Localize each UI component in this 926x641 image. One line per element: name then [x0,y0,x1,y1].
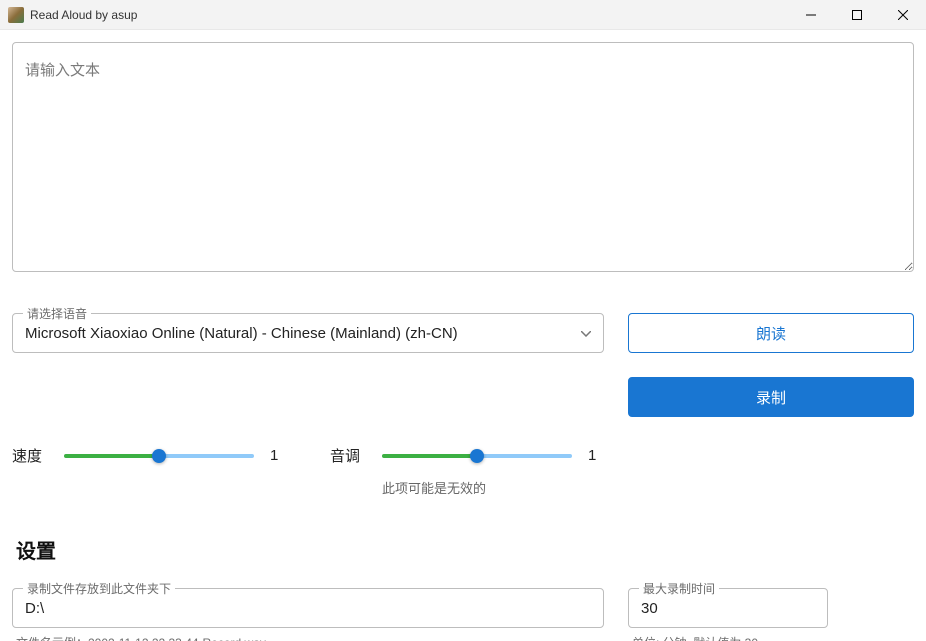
pitch-label: 音调 [330,445,366,466]
pitch-slider-thumb[interactable] [470,449,484,463]
speed-value: 1 [270,447,290,464]
record-button-label: 录制 [756,387,786,408]
chevron-down-icon [581,324,591,342]
voice-select-label: 请选择语音 [23,305,91,322]
maxtime-label: 最大录制时间 [639,580,719,597]
speed-label: 速度 [12,445,48,466]
speed-slider-thumb[interactable] [152,449,166,463]
maximize-icon [852,10,862,20]
voice-select[interactable]: 请选择语音 Microsoft Xiaoxiao Online (Natural… [12,313,604,353]
folder-helper: 文件名示例：2002-11-12 22.33.44-Record.wav [16,634,604,641]
maxtime-value: 30 [641,600,658,617]
main-content: 请选择语音 Microsoft Xiaoxiao Online (Natural… [0,30,926,641]
voice-select-wrap: 请选择语音 Microsoft Xiaoxiao Online (Natural… [12,313,604,417]
folder-label: 录制文件存放到此文件夹下 [23,580,175,597]
minimize-icon [806,10,816,20]
folder-value: D:\ [25,600,44,617]
pitch-slider-block: 音调 1 此项可能是无效的 [330,445,608,497]
text-input-wrap [12,42,914,277]
pitch-value: 1 [588,447,608,464]
settings-heading: 设置 [16,535,914,564]
window-controls [788,0,926,29]
text-input[interactable] [12,42,914,272]
folder-field-wrap: 录制文件存放到此文件夹下 D:\ 文件名示例：2002-11-12 22.33.… [12,588,604,641]
maxtime-helper: 单位: 分钟, 默认值为 30 [632,634,828,641]
sliders-row: 速度 1 音调 1 此项可能是无效的 [12,445,914,497]
maximize-button[interactable] [834,0,880,29]
read-button-label: 朗读 [756,323,786,344]
pitch-note: 此项可能是无效的 [382,478,608,497]
app-icon [8,7,24,23]
window-title: Read Aloud by asup [30,8,788,22]
close-button[interactable] [880,0,926,29]
action-column: 朗读 录制 [628,313,914,417]
maxtime-field-wrap: 最大录制时间 30 单位: 分钟, 默认值为 30 [628,588,828,641]
settings-row: 录制文件存放到此文件夹下 D:\ 文件名示例：2002-11-12 22.33.… [12,588,914,641]
speed-slider[interactable] [64,454,254,458]
record-button[interactable]: 录制 [628,377,914,417]
minimize-button[interactable] [788,0,834,29]
pitch-slider[interactable] [382,454,572,458]
folder-input[interactable]: 录制文件存放到此文件夹下 D:\ [12,588,604,628]
read-button[interactable]: 朗读 [628,313,914,353]
voice-row: 请选择语音 Microsoft Xiaoxiao Online (Natural… [12,313,914,417]
maxtime-input[interactable]: 最大录制时间 30 [628,588,828,628]
title-bar: Read Aloud by asup [0,0,926,30]
voice-select-value: Microsoft Xiaoxiao Online (Natural) - Ch… [25,325,581,342]
speed-slider-block: 速度 1 [12,445,290,497]
close-icon [898,10,908,20]
